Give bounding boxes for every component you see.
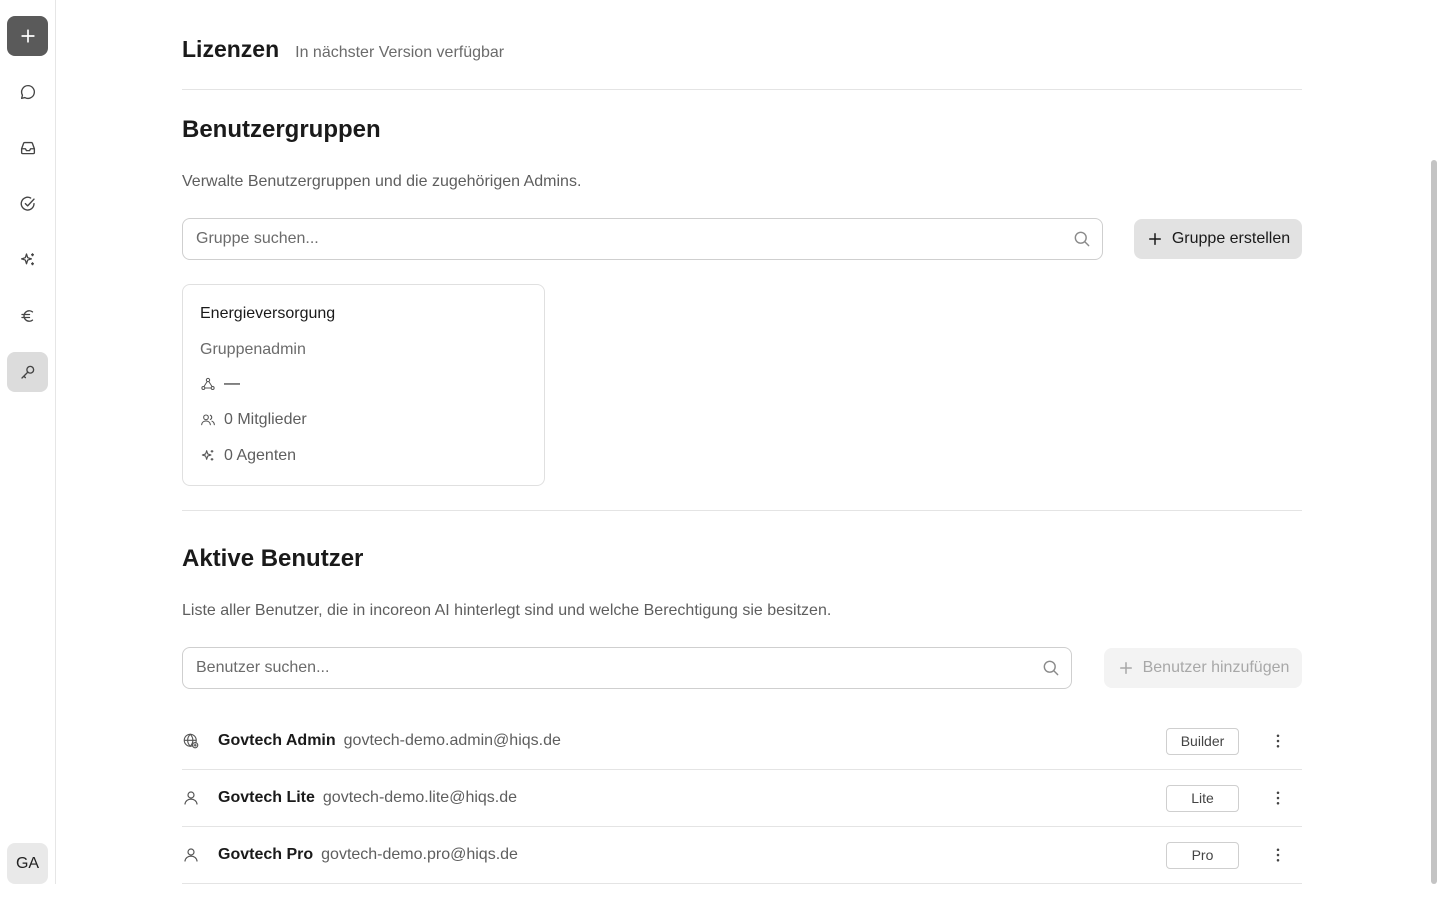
licenses-title: Lizenzen (182, 36, 280, 62)
search-icon[interactable] (1072, 229, 1092, 249)
euro-icon (20, 310, 33, 322)
sidebar-item-billing[interactable] (7, 296, 48, 336)
user-name: Govtech Pro (218, 846, 314, 863)
licenses-header: Lizenzen In nächster Version verfügbar (182, 36, 504, 63)
user-row[interactable]: Govtech Admin govtech-demo.admin@hiqs.de… (182, 713, 1302, 770)
create-group-button[interactable]: Gruppe erstellen (1134, 219, 1302, 259)
groups-description: Verwalte Benutzergruppen und die zugehör… (182, 173, 582, 190)
user-menu-button[interactable] (1268, 729, 1288, 753)
user-role-badge[interactable]: Pro (1166, 841, 1239, 869)
group-agents-line: 0 Agenten (200, 447, 296, 465)
users-description: Liste aller Benutzer, die in incoreon AI… (182, 602, 832, 619)
search-icon[interactable] (1041, 658, 1061, 678)
group-search-input[interactable] (183, 219, 1072, 259)
group-search[interactable] (182, 218, 1103, 260)
sidebar-item-agents[interactable] (7, 240, 48, 280)
groups-title: Benutzergruppen (182, 116, 381, 143)
group-admin-value: — (224, 375, 240, 392)
users-title: Aktive Benutzer (182, 545, 364, 572)
user-email: govtech-demo.pro@hiqs.de (321, 846, 518, 863)
more-vertical-icon (1276, 734, 1280, 748)
chat-icon (20, 84, 35, 100)
group-name: Energieversorgung (200, 305, 336, 322)
user-search-input[interactable] (183, 648, 1041, 688)
plus-icon (20, 29, 35, 43)
user-name: Govtech Lite (218, 789, 315, 806)
plus-icon (1119, 662, 1132, 674)
inbox-icon (20, 141, 35, 155)
more-vertical-icon (1276, 848, 1280, 862)
user-row[interactable]: Govtech Lite govtech-demo.lite@hiqs.de L… (182, 770, 1302, 827)
admin-globe-icon (183, 733, 199, 749)
add-user-button[interactable]: Benutzer hinzufügen (1104, 648, 1302, 688)
user-icon (184, 848, 198, 862)
users-icon (201, 414, 215, 426)
scrollbar[interactable] (1428, 0, 1440, 900)
avatar[interactable]: GA (7, 843, 48, 884)
more-vertical-icon (1276, 791, 1280, 805)
licenses-subtitle: In nächster Version verfügbar (295, 44, 505, 61)
add-user-label: Benutzer hinzufügen (1142, 659, 1290, 676)
user-menu-button[interactable] (1268, 843, 1288, 867)
sidebar-item-chat[interactable] (7, 72, 48, 112)
user-menu-button[interactable] (1268, 786, 1288, 810)
group-role-label: Gruppenadmin (200, 341, 306, 358)
user-row[interactable]: Govtech Pro govtech-demo.pro@hiqs.de Pro (182, 827, 1302, 884)
sparkles-icon (20, 253, 34, 266)
user-name: Govtech Admin (218, 732, 336, 749)
group-members-line: 0 Mitglieder (200, 411, 307, 429)
sidebar: GA (0, 0, 56, 884)
check-circle-icon (20, 196, 35, 211)
user-search[interactable] (182, 647, 1072, 689)
new-button[interactable] (7, 16, 48, 56)
scrollbar-thumb[interactable] (1431, 160, 1437, 884)
plus-icon (1148, 233, 1161, 245)
key-icon (20, 365, 34, 379)
sidebar-item-inbox[interactable] (7, 128, 48, 168)
divider (182, 89, 1302, 90)
sparkles-icon (201, 450, 214, 461)
divider (182, 510, 1302, 511)
user-email: govtech-demo.lite@hiqs.de (322, 789, 518, 806)
group-agents-count: 0 Agenten (224, 447, 297, 464)
group-card[interactable]: Energieversorgung Gruppenadmin — 0 Mitgl… (182, 284, 545, 486)
user-role-badge[interactable]: Lite (1166, 784, 1239, 812)
user-email: govtech-demo.admin@hiqs.de (343, 732, 561, 749)
user-icon (184, 791, 198, 805)
sidebar-item-admin[interactable] (7, 352, 48, 392)
user-role-badge[interactable]: Builder (1166, 727, 1239, 755)
admin-hierarchy-icon (201, 377, 215, 390)
group-members-count: 0 Mitglieder (224, 411, 307, 428)
sidebar-item-tasks[interactable] (7, 184, 48, 224)
create-group-label: Gruppe erstellen (1171, 230, 1291, 247)
group-admin-line: — (200, 375, 240, 393)
